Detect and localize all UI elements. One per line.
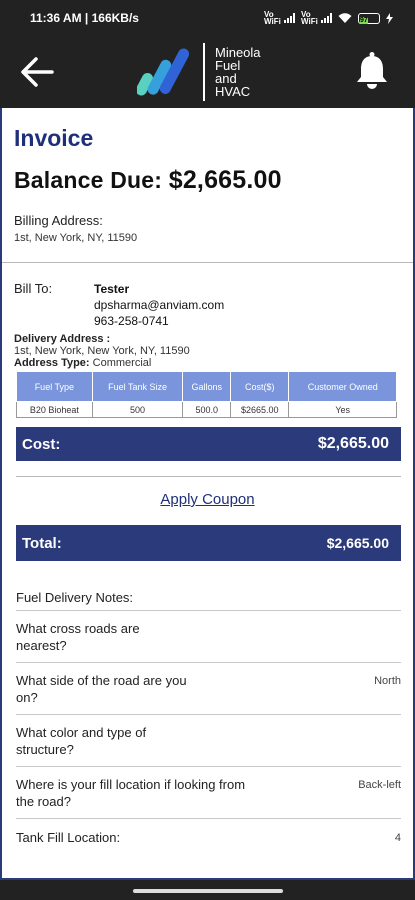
delivery-address-value: 1st, New York, New York, NY, 11590: [14, 345, 190, 357]
back-button[interactable]: [18, 52, 58, 92]
total-label: Total:: [22, 534, 62, 552]
company-logo: Mineola Fuel and HVAC: [137, 40, 287, 104]
balance-due: Balance Due: $2,665.00: [14, 166, 401, 195]
cost-label: Cost:: [22, 435, 61, 453]
status-time: 11:36 AM | 166KB/s: [30, 11, 139, 25]
billing-address-label: Billing Address:: [14, 213, 103, 228]
bill-to-label: Bill To:: [14, 281, 53, 296]
table-header: Fuel Type: [16, 371, 93, 402]
table-cell: Yes: [288, 401, 397, 418]
back-arrow-icon: [21, 57, 54, 87]
total-bar: Total: $2,665.00: [16, 525, 401, 561]
logo-divider: [203, 43, 205, 101]
divider: [2, 262, 413, 263]
bell-icon: [357, 52, 387, 89]
home-indicator[interactable]: [133, 889, 283, 893]
notifications-button[interactable]: [354, 52, 390, 92]
table-cell: B20 Bioheat: [16, 401, 93, 418]
address-type-value: Commercial: [92, 357, 152, 369]
note-row: Tank Fill Location: 4: [16, 819, 401, 855]
note-row: Fuel Delivery Notes:: [16, 579, 401, 611]
delivery-notes: Fuel Delivery Notes: What cross roads ar…: [2, 579, 413, 855]
note-answer: 4: [394, 832, 401, 844]
note-question: Tank Fill Location:: [16, 830, 121, 845]
app-header: Mineola Fuel and HVAC: [0, 36, 415, 108]
table-header: Cost($): [230, 371, 290, 402]
status-bar: 11:36 AM | 166KB/s Vo WiFi Vo WiFi 97: [0, 0, 415, 36]
signal-icon: [284, 13, 295, 23]
wifi-icon: [338, 12, 352, 23]
note-question: Fuel Delivery Notes:: [16, 590, 134, 605]
balance-amount: $2,665.00: [168, 166, 282, 194]
address-type: Address Type: Commercial: [14, 357, 401, 369]
note-question: What cross roads are nearest?: [16, 621, 140, 653]
apply-coupon-link[interactable]: Apply Coupon: [2, 491, 413, 508]
note-answer: North: [374, 675, 401, 687]
page-title: Invoice: [14, 125, 94, 151]
note-row: What color and type of structure?: [16, 715, 401, 767]
note-question: What color and type of structure?: [16, 725, 147, 757]
cost-bar: Cost: $2,665.00: [16, 427, 401, 461]
logo-line: HVAC: [215, 84, 251, 99]
table-header: Customer Owned: [288, 371, 397, 402]
billing-address-value: 1st, New York, NY, 11590: [14, 232, 138, 244]
delivery-address-label: Delivery Address :: [14, 333, 111, 345]
volte-wifi-label: Vo WiFi: [264, 10, 281, 26]
note-question: What side of the road are you on?: [16, 673, 187, 705]
charging-icon: [386, 12, 393, 24]
note-row: Where is your fill location if looking f…: [16, 767, 401, 819]
table-header: Gallons: [182, 371, 232, 402]
logo-mark-icon: [137, 48, 189, 96]
cost-value: $2,665.00: [317, 435, 389, 452]
table-header-row: Fuel Type Fuel Tank Size Gallons Cost($)…: [16, 371, 397, 402]
customer-phone: 963-258-0741: [94, 314, 169, 328]
customer-name: Tester: [94, 282, 130, 296]
battery-icon: 97: [358, 12, 380, 24]
logo-text: Mineola Fuel and HVAC: [215, 46, 261, 98]
billing-address-section: Billing Address: 1st, New York, NY, 1159…: [14, 213, 401, 244]
table-row: B20 Bioheat 500 500.0 $2665.00 Yes: [16, 401, 397, 418]
address-type-label: Address Type:: [14, 357, 90, 369]
invoice-panel: Invoice Balance Due: $2,665.00 Billing A…: [0, 108, 415, 880]
customer-email: dpsharma@anviam.com: [94, 298, 225, 312]
bill-to-details: Tester dpsharma@anviam.com 963-258-0741: [94, 281, 224, 329]
table-cell: 500.0: [182, 401, 232, 418]
table-header: Fuel Tank Size: [91, 371, 184, 402]
fuel-order-table: Fuel Type Fuel Tank Size Gallons Cost($)…: [16, 371, 397, 418]
status-icons: Vo WiFi Vo WiFi 97: [264, 10, 393, 26]
bill-to-section: Bill To: Tester dpsharma@anviam.com 963-…: [14, 281, 401, 329]
table-cell: $2665.00: [230, 401, 290, 418]
note-row: What cross roads are nearest?: [16, 611, 401, 663]
battery-level: 97: [360, 16, 368, 24]
table-cell: 500: [91, 401, 184, 418]
note-row: What side of the road are you on? North: [16, 663, 401, 715]
note-answer: Back-left: [358, 779, 401, 791]
balance-label: Balance Due:: [14, 167, 163, 193]
note-question: Where is your fill location if looking f…: [16, 777, 246, 809]
signal-icon-2: [321, 13, 332, 23]
delivery-section: Delivery Address : 1st, New York, New Yo…: [14, 333, 401, 369]
total-value: $2,665.00: [326, 535, 389, 551]
divider: [16, 476, 401, 477]
volte-wifi-label-2: Vo WiFi: [301, 10, 318, 26]
